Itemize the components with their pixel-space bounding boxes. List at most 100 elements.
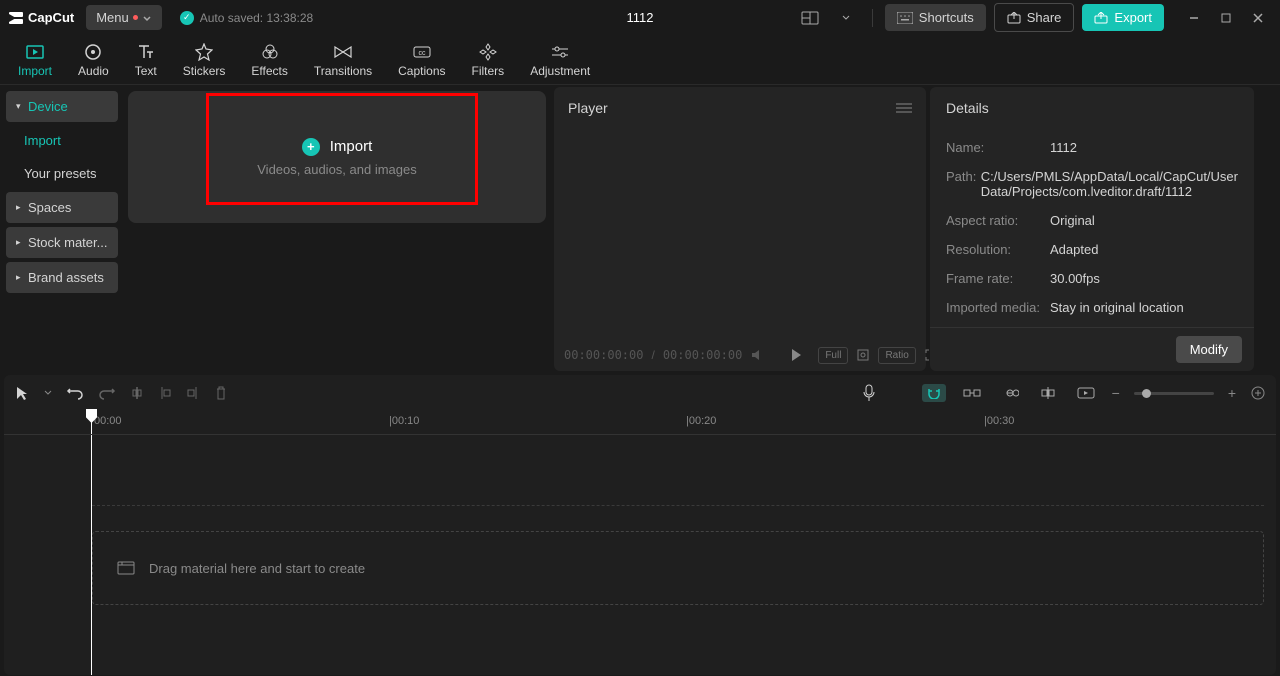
- ruler-mark: |00:30: [984, 415, 1014, 427]
- sidebar-import[interactable]: Import: [6, 126, 118, 155]
- zoom-thumb[interactable]: [1142, 389, 1151, 398]
- import-sidebar: ▾Device Import Your presets ▸Spaces ▸Sto…: [0, 85, 124, 373]
- undo-button[interactable]: [66, 386, 84, 400]
- share-icon: [1007, 12, 1021, 24]
- split-tool[interactable]: [130, 385, 144, 401]
- align-toggle[interactable]: [1036, 384, 1060, 402]
- playhead-line: [91, 435, 92, 675]
- track-dropzone[interactable]: Drag material here and start to create: [92, 531, 1264, 605]
- check-icon: ✓: [180, 11, 194, 25]
- window-controls: [1180, 4, 1272, 32]
- volume-button[interactable]: [750, 349, 764, 361]
- keyboard-icon: [897, 12, 913, 24]
- import-area: + Import Videos, audios, and images: [124, 85, 554, 373]
- details-panel: Details Name:1112 Path:C:/Users/PMLS/App…: [930, 87, 1254, 371]
- chain-toggle[interactable]: [998, 384, 1022, 402]
- layout-dropdown[interactable]: [832, 4, 860, 32]
- undo-icon: [66, 386, 84, 400]
- tab-transitions[interactable]: Transitions: [302, 38, 384, 82]
- sidebar-presets[interactable]: Your presets: [6, 159, 118, 188]
- project-title: 1112: [627, 10, 654, 25]
- modify-button[interactable]: Modify: [1176, 336, 1242, 363]
- volume-icon: [750, 349, 764, 361]
- ruler-mark: |00:10: [389, 415, 419, 427]
- sidebar-spaces[interactable]: ▸Spaces: [6, 192, 118, 223]
- title-bar: CapCut Menu ✓ Auto saved: 13:38:28 1112 …: [0, 0, 1280, 35]
- split-right-icon: [186, 385, 200, 401]
- ratio-button[interactable]: Ratio: [878, 347, 915, 364]
- zoom-out[interactable]: −: [1112, 385, 1120, 401]
- split-icon: [130, 385, 144, 401]
- player-viewport[interactable]: [554, 129, 926, 339]
- hamburger-icon: [896, 102, 912, 114]
- tab-import[interactable]: Import: [6, 38, 64, 82]
- svg-text:cc: cc: [418, 50, 426, 57]
- autosave-status: ✓ Auto saved: 13:38:28: [180, 11, 313, 25]
- ruler-mark: 00:00: [94, 415, 122, 427]
- preview-toggle[interactable]: [1074, 384, 1098, 402]
- play-button[interactable]: [790, 348, 802, 362]
- layout-icon: [801, 11, 819, 25]
- details-footer: Modify: [930, 327, 1254, 371]
- tab-captions[interactable]: cc Captions: [386, 38, 457, 82]
- import-dropzone[interactable]: + Import Videos, audios, and images: [128, 91, 546, 223]
- player-menu-button[interactable]: [896, 102, 912, 114]
- record-button[interactable]: [862, 384, 876, 402]
- timecode-current: 00:00:00:00: [564, 348, 643, 362]
- media-tabs: Import Audio Text Stickers Effects Trans…: [0, 35, 1280, 85]
- split-left-tool[interactable]: [158, 385, 172, 401]
- minimize-button[interactable]: [1180, 4, 1208, 32]
- tab-filters[interactable]: Filters: [460, 38, 517, 82]
- split-right-tool[interactable]: [186, 385, 200, 401]
- delete-tool[interactable]: [214, 385, 228, 401]
- media-icon: [117, 561, 135, 575]
- detail-aspect: Aspect ratio:Original: [946, 206, 1238, 235]
- selection-tool[interactable]: [14, 385, 30, 401]
- zoom-fit[interactable]: [1250, 385, 1266, 401]
- link-toggle[interactable]: [960, 384, 984, 402]
- zoom-in[interactable]: +: [1228, 385, 1236, 401]
- zoom-slider[interactable]: [1134, 392, 1214, 395]
- menu-button[interactable]: Menu: [86, 5, 162, 30]
- menu-notification-dot: [133, 15, 138, 20]
- export-button[interactable]: Export: [1082, 4, 1164, 31]
- chevron-down-icon: [142, 13, 152, 23]
- captions-icon: cc: [412, 42, 432, 62]
- text-icon: [136, 42, 156, 62]
- detail-imported: Imported media:Stay in original location: [946, 293, 1238, 322]
- timeline-panel: − + 00:00 |00:10 |00:20 |00:30 Drag mate…: [4, 375, 1276, 675]
- shortcuts-button[interactable]: Shortcuts: [885, 4, 986, 31]
- link-icon: [1001, 388, 1019, 398]
- magnet-toggle[interactable]: [922, 384, 946, 402]
- playhead[interactable]: [91, 411, 92, 434]
- share-button[interactable]: Share: [994, 3, 1075, 32]
- detail-path: Path:C:/Users/PMLS/AppData/Local/CapCut/…: [946, 162, 1238, 206]
- sidebar-device[interactable]: ▾Device: [6, 91, 118, 122]
- tab-effects[interactable]: Effects: [239, 38, 299, 82]
- tab-audio[interactable]: Audio: [66, 38, 121, 82]
- cursor-icon: [14, 385, 30, 401]
- sidebar-stock[interactable]: ▸Stock mater...: [6, 227, 118, 258]
- tab-text[interactable]: Text: [123, 38, 169, 82]
- caret-right-icon: ▸: [16, 202, 24, 213]
- chevron-down-icon: [44, 389, 52, 397]
- maximize-button[interactable]: [1212, 4, 1240, 32]
- close-button[interactable]: [1244, 4, 1272, 32]
- redo-button[interactable]: [98, 386, 116, 400]
- selection-dropdown[interactable]: [44, 389, 52, 397]
- main-area: ▾Device Import Your presets ▸Spaces ▸Sto…: [0, 85, 1280, 373]
- player-controls: 00:00:00:00 / 00:00:00:00 Full Ratio: [554, 339, 926, 371]
- sidebar-brand[interactable]: ▸Brand assets: [6, 262, 118, 293]
- scan-button[interactable]: [856, 348, 870, 362]
- details-body: Name:1112 Path:C:/Users/PMLS/AppData/Loc…: [930, 129, 1254, 327]
- timeline-ruler[interactable]: 00:00 |00:10 |00:20 |00:30: [4, 411, 1276, 435]
- tab-stickers[interactable]: Stickers: [171, 38, 238, 82]
- layout-button[interactable]: [796, 4, 824, 32]
- timeline-tracks[interactable]: Drag material here and start to create: [4, 435, 1276, 675]
- microphone-icon: [862, 384, 876, 402]
- divider: [872, 9, 873, 27]
- full-button[interactable]: Full: [818, 347, 848, 364]
- trash-icon: [214, 385, 228, 401]
- plus-icon: +: [302, 138, 320, 156]
- tab-adjustment[interactable]: Adjustment: [518, 38, 602, 82]
